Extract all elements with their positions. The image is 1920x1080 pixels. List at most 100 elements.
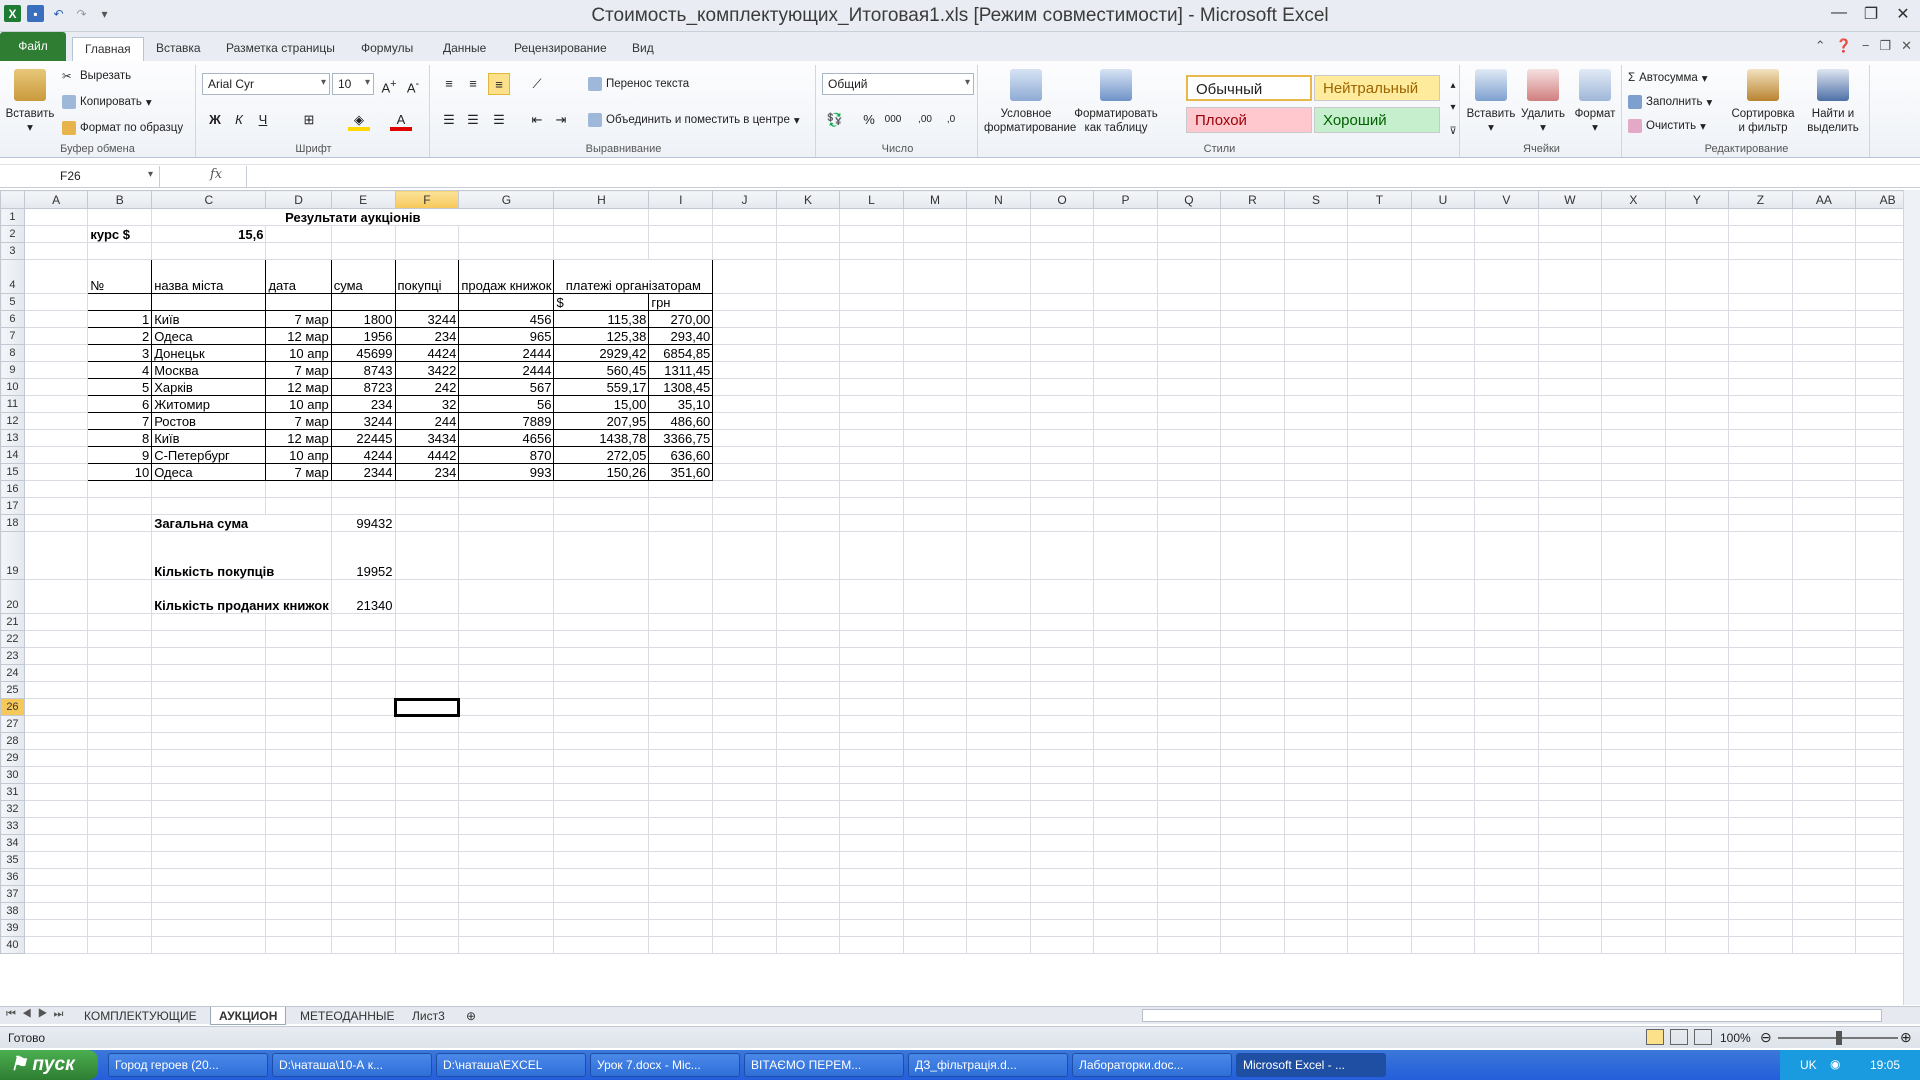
cell[interactable] bbox=[648, 579, 714, 614]
row-header[interactable]: 39 bbox=[0, 919, 25, 937]
cell[interactable] bbox=[1347, 783, 1412, 801]
cell[interactable] bbox=[966, 327, 1031, 345]
insert-function-icon[interactable]: fx bbox=[210, 167, 222, 182]
cell[interactable] bbox=[1283, 868, 1349, 886]
column-header[interactable]: X bbox=[1601, 190, 1666, 209]
cell[interactable] bbox=[712, 579, 777, 614]
cell[interactable] bbox=[458, 817, 555, 835]
sold-cell[interactable]: 870 bbox=[458, 446, 555, 464]
cell[interactable] bbox=[1791, 613, 1857, 631]
cell[interactable] bbox=[648, 749, 714, 767]
taskbar-item-vitaemo[interactable]: ВІТАЄМО ПЕРЕМ... bbox=[744, 1053, 904, 1077]
cell[interactable] bbox=[330, 783, 396, 801]
cell[interactable] bbox=[1601, 497, 1666, 515]
cell[interactable] bbox=[648, 497, 714, 515]
cell[interactable] bbox=[902, 208, 968, 226]
summary-value[interactable]: 21340 bbox=[330, 579, 396, 614]
uah-cell[interactable]: 35,10 bbox=[648, 395, 714, 413]
row-number[interactable]: 8 bbox=[87, 429, 153, 447]
cell[interactable] bbox=[1664, 630, 1730, 648]
cell[interactable] bbox=[1093, 514, 1158, 532]
row-header[interactable]: 3 bbox=[0, 242, 25, 260]
cell[interactable] bbox=[87, 514, 153, 532]
cell[interactable] bbox=[902, 868, 968, 886]
cell[interactable] bbox=[1029, 579, 1095, 614]
cell[interactable] bbox=[712, 732, 777, 750]
clear-button[interactable]: Очистить ▾ bbox=[1628, 119, 1706, 133]
cell[interactable] bbox=[1601, 698, 1666, 716]
cell[interactable] bbox=[966, 463, 1031, 481]
cell[interactable] bbox=[902, 242, 968, 260]
cell[interactable] bbox=[1029, 936, 1095, 954]
cell[interactable] bbox=[1664, 480, 1730, 498]
header-payments[interactable]: платежі організаторам bbox=[553, 259, 714, 294]
cell[interactable] bbox=[839, 647, 904, 665]
cell[interactable] bbox=[1156, 715, 1222, 733]
cell[interactable] bbox=[330, 242, 396, 260]
cell[interactable] bbox=[1156, 446, 1222, 464]
cell[interactable] bbox=[1347, 919, 1412, 937]
cell[interactable] bbox=[966, 698, 1031, 716]
cell[interactable] bbox=[1474, 497, 1539, 515]
cell[interactable] bbox=[1791, 834, 1857, 852]
cell[interactable] bbox=[775, 395, 841, 413]
cell[interactable] bbox=[458, 647, 555, 665]
currency-icon[interactable]: 💱 bbox=[824, 109, 846, 131]
cell[interactable] bbox=[330, 613, 396, 631]
styles-scroll-down-icon[interactable]: ▾ bbox=[1442, 97, 1464, 119]
cell[interactable] bbox=[712, 936, 777, 954]
cell[interactable] bbox=[1283, 480, 1349, 498]
header-sold[interactable]: продаж книжок bbox=[458, 259, 555, 294]
cell[interactable] bbox=[1029, 698, 1095, 716]
cell[interactable] bbox=[23, 902, 89, 920]
row-header[interactable]: 1 bbox=[0, 208, 25, 226]
cell[interactable] bbox=[1601, 868, 1666, 886]
doc-close-icon[interactable]: ✕ bbox=[1901, 38, 1912, 54]
cell[interactable] bbox=[394, 817, 460, 835]
cell[interactable] bbox=[1537, 817, 1603, 835]
cell[interactable] bbox=[1029, 630, 1095, 648]
cell[interactable] bbox=[966, 630, 1031, 648]
cell[interactable] bbox=[553, 647, 650, 665]
row-header[interactable]: 17 bbox=[0, 497, 25, 515]
cell[interactable] bbox=[1220, 446, 1285, 464]
cell[interactable] bbox=[23, 579, 89, 614]
cell[interactable] bbox=[1664, 497, 1730, 515]
cell[interactable] bbox=[1347, 208, 1412, 226]
cell[interactable] bbox=[1029, 902, 1095, 920]
cell[interactable] bbox=[458, 497, 555, 515]
cell[interactable] bbox=[1029, 344, 1095, 362]
sold-cell[interactable]: 456 bbox=[458, 310, 555, 328]
taskbar-item-folder-10a[interactable]: D:\наташа\10-А к... bbox=[272, 1053, 432, 1077]
sold-cell[interactable]: 993 bbox=[458, 463, 555, 481]
cell[interactable] bbox=[1791, 800, 1857, 818]
column-header[interactable]: A bbox=[23, 190, 89, 209]
cell[interactable] bbox=[775, 514, 841, 532]
align-middle-icon[interactable]: ≡ bbox=[462, 73, 484, 95]
cell[interactable] bbox=[1601, 936, 1666, 954]
summary-value[interactable]: 19952 bbox=[330, 531, 396, 580]
row-header[interactable]: 22 bbox=[0, 630, 25, 648]
cell[interactable] bbox=[839, 800, 904, 818]
minimize-ribbon-icon[interactable]: ⌃ bbox=[1815, 38, 1826, 54]
cell[interactable] bbox=[23, 514, 89, 532]
cell[interactable] bbox=[1093, 647, 1158, 665]
cell[interactable] bbox=[87, 902, 153, 920]
cell[interactable] bbox=[648, 613, 714, 631]
cell[interactable] bbox=[265, 293, 332, 311]
tab-insert[interactable]: Вставка bbox=[156, 37, 201, 61]
cell[interactable] bbox=[839, 749, 904, 767]
cell[interactable] bbox=[1664, 613, 1730, 631]
cell[interactable] bbox=[23, 630, 89, 648]
summary-value[interactable]: 99432 bbox=[330, 514, 396, 532]
cell[interactable] bbox=[902, 783, 968, 801]
cell[interactable] bbox=[1728, 293, 1793, 311]
align-top-icon[interactable]: ≡ bbox=[438, 73, 460, 95]
cell[interactable] bbox=[1283, 613, 1349, 631]
cell[interactable] bbox=[458, 868, 555, 886]
cell[interactable] bbox=[839, 531, 904, 580]
cell[interactable] bbox=[458, 715, 555, 733]
cell[interactable] bbox=[712, 868, 777, 886]
cell[interactable] bbox=[1728, 681, 1793, 699]
cell[interactable] bbox=[1156, 225, 1222, 243]
